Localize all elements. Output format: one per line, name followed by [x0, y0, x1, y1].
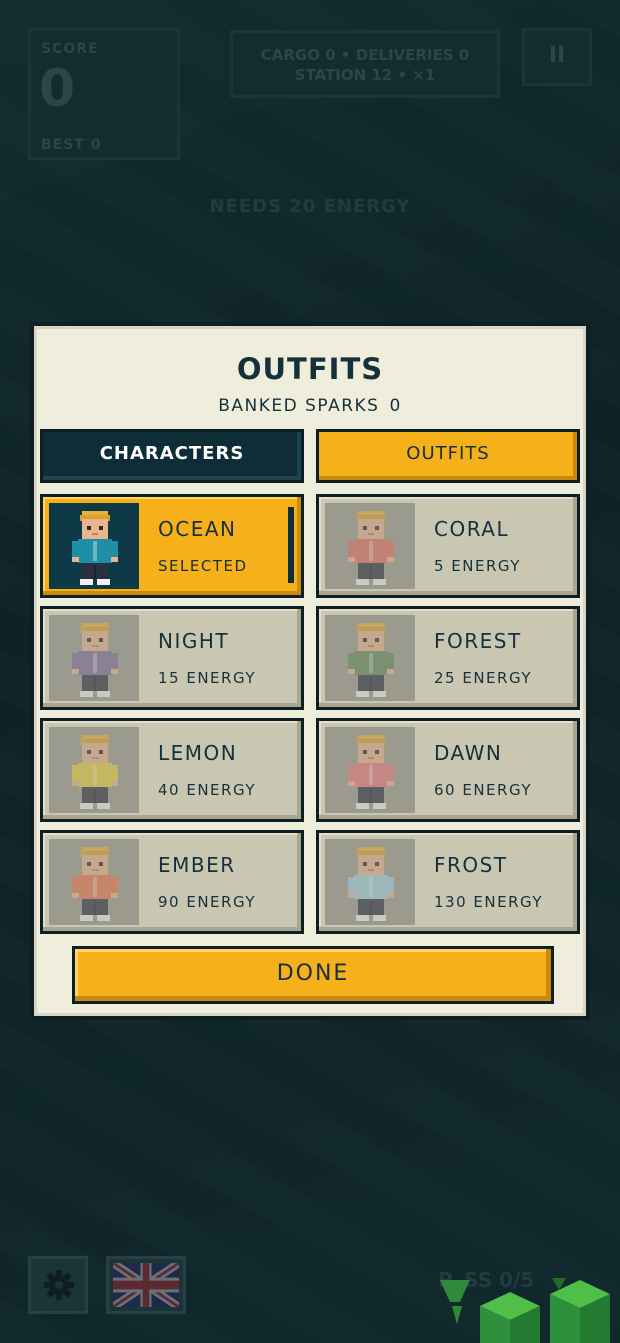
needs-energy-label: NEEDS 20 ENERGY	[209, 196, 411, 217]
score-value: 0	[39, 59, 76, 119]
character-figure-icon	[348, 847, 394, 921]
banked-sparks-label: BANKED SPARKS	[218, 396, 380, 416]
outfit-name: DAWN	[434, 741, 503, 765]
outfit-card-coral[interactable]: CORAL 5 ENERGY	[316, 494, 580, 598]
outfit-portrait	[49, 615, 139, 701]
cargo-status-panel: CARGO 0 • DELIVERIES 0 STATION 12 • ×1	[230, 30, 500, 98]
outfit-card-forest[interactable]: FOREST 25 ENERGY	[316, 606, 580, 710]
character-figure-icon	[72, 847, 118, 921]
banked-sparks: BANKED SPARKS 0	[34, 396, 586, 416]
banked-sparks-value: 0	[389, 396, 402, 416]
outfit-price: 25 ENERGY	[434, 669, 532, 687]
outfit-price: 15 ENERGY	[158, 669, 256, 687]
tab-characters[interactable]: CHARACTERS	[40, 429, 304, 483]
dialog-title: OUTFITS	[236, 352, 384, 386]
outfit-selected-label: SELECTED	[158, 557, 248, 575]
outfit-portrait	[49, 727, 139, 813]
character-figure-icon	[72, 623, 118, 697]
character-figure-icon	[348, 511, 394, 585]
outfit-portrait	[325, 727, 415, 813]
outfit-card-night[interactable]: NIGHT 15 ENERGY	[40, 606, 304, 710]
outfit-price: 130 ENERGY	[434, 893, 544, 911]
score-panel: SCORE 0 BEST 0	[28, 28, 180, 160]
outfit-portrait	[325, 839, 415, 925]
outfit-portrait	[49, 839, 139, 925]
outfit-price: 90 ENERGY	[158, 893, 256, 911]
uk-flag-icon	[113, 1263, 179, 1307]
outfit-card-frost[interactable]: FROST 130 ENERGY	[316, 830, 580, 934]
tab-outfits[interactable]: OUTFITS	[316, 429, 580, 483]
outfit-portrait	[325, 503, 415, 589]
outfit-card-ember[interactable]: EMBER 90 ENERGY	[40, 830, 304, 934]
outfit-portrait	[49, 503, 139, 589]
outfit-portrait	[325, 615, 415, 701]
score-label: SCORE	[41, 41, 99, 57]
outfit-price: 5 ENERGY	[434, 557, 521, 575]
outfit-card-lemon[interactable]: LEMON 40 ENERGY	[40, 718, 304, 822]
outfit-name: CORAL	[434, 517, 510, 541]
outfit-name: NIGHT	[158, 629, 230, 653]
outfit-name: FROST	[434, 853, 508, 877]
cargo-line: CARGO 0 • DELIVERIES 0	[260, 46, 470, 64]
station-line: STATION 12 • ×1	[294, 66, 436, 84]
outfit-name: LEMON	[158, 741, 238, 765]
best-score-label: BEST 0	[41, 137, 102, 153]
language-button[interactable]	[106, 1256, 186, 1314]
outfit-name: EMBER	[158, 853, 236, 877]
terrain-blocks	[440, 1278, 610, 1343]
gear-icon	[44, 1270, 74, 1300]
settings-button[interactable]	[28, 1256, 88, 1314]
outfits-dialog: OUTFITS BANKED SPARKS 0 CHARACTERS OUTFIT…	[30, 322, 590, 1020]
selected-indicator	[288, 507, 294, 583]
outfit-price: 40 ENERGY	[158, 781, 256, 799]
pause-button[interactable]: II	[522, 28, 592, 86]
outfit-name: OCEAN	[158, 517, 237, 541]
character-figure-icon	[72, 735, 118, 809]
outfit-card-dawn[interactable]: DAWN 60 ENERGY	[316, 718, 580, 822]
done-button[interactable]: DONE	[72, 946, 554, 1004]
character-figure-icon	[348, 735, 394, 809]
outfit-name: FOREST	[434, 629, 522, 653]
character-figure-icon	[348, 623, 394, 697]
character-figure-icon	[72, 511, 118, 585]
outfit-card-ocean[interactable]: OCEAN SELECTED	[40, 494, 304, 598]
outfit-price: 60 ENERGY	[434, 781, 532, 799]
